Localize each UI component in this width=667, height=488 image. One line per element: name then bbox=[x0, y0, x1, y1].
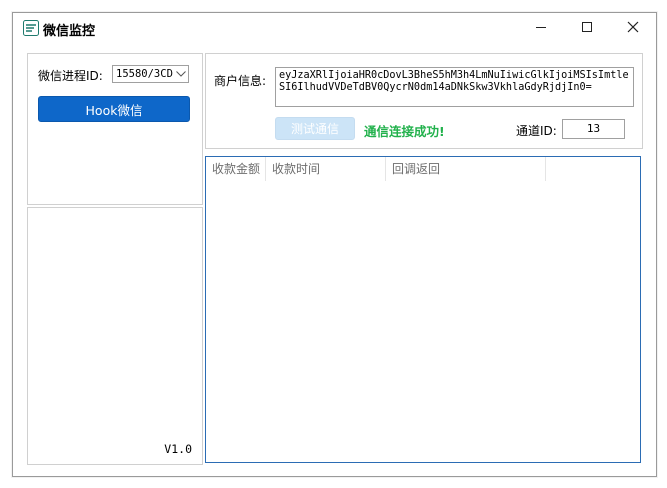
connection-status: 通信连接成功! bbox=[364, 124, 445, 139]
close-button[interactable] bbox=[610, 13, 656, 43]
maximize-button[interactable] bbox=[564, 13, 610, 43]
column-header-empty[interactable] bbox=[546, 157, 640, 181]
test-connection-button[interactable]: 测试通信 bbox=[275, 117, 355, 140]
process-panel: 微信进程ID: 15580/3CDC Hook微信 bbox=[27, 53, 203, 205]
column-header-time[interactable]: 收款时间 bbox=[266, 157, 386, 181]
merchant-panel: 商户信息: eyJzaXRlIjoiaHR0cDovL3BheS5hM3h4Lm… bbox=[205, 53, 643, 149]
version-label: V1.0 bbox=[164, 442, 192, 456]
chevron-down-icon[interactable] bbox=[173, 66, 188, 82]
close-icon bbox=[627, 21, 639, 36]
merchant-label: 商户信息: bbox=[214, 74, 267, 88]
channel-label: 通道ID: bbox=[516, 124, 557, 138]
info-panel: V1.0 bbox=[27, 207, 203, 465]
window-title: 微信监控 bbox=[43, 24, 96, 39]
column-header-callback[interactable]: 回调返回 bbox=[386, 157, 546, 181]
minimize-button[interactable] bbox=[518, 13, 564, 43]
column-header-amount[interactable]: 收款金额 bbox=[206, 157, 266, 181]
channel-id-field[interactable]: 13 bbox=[562, 119, 625, 139]
app-logo-icon bbox=[23, 20, 39, 36]
title-bar[interactable]: 微信监控 bbox=[13, 13, 656, 43]
process-select[interactable]: 15580/3CDC bbox=[112, 65, 189, 83]
process-label: 微信进程ID: bbox=[38, 69, 103, 83]
minimize-icon bbox=[536, 21, 546, 35]
maximize-icon bbox=[582, 21, 592, 35]
merchant-info-field[interactable]: eyJzaXRlIjoiaHR0cDovL3BheS5hM3h4LmNuIiwi… bbox=[275, 67, 634, 107]
process-select-value: 15580/3CDC bbox=[116, 68, 180, 80]
payment-list[interactable]: 收款金额 收款时间 回调返回 bbox=[205, 156, 641, 463]
app-window: 微信监控 微信进程ID: 15580/3CDC Hook微信 V1.0 商户信息… bbox=[12, 12, 657, 477]
hook-button[interactable]: Hook微信 bbox=[38, 96, 190, 122]
list-header: 收款金额 收款时间 回调返回 bbox=[206, 157, 640, 181]
